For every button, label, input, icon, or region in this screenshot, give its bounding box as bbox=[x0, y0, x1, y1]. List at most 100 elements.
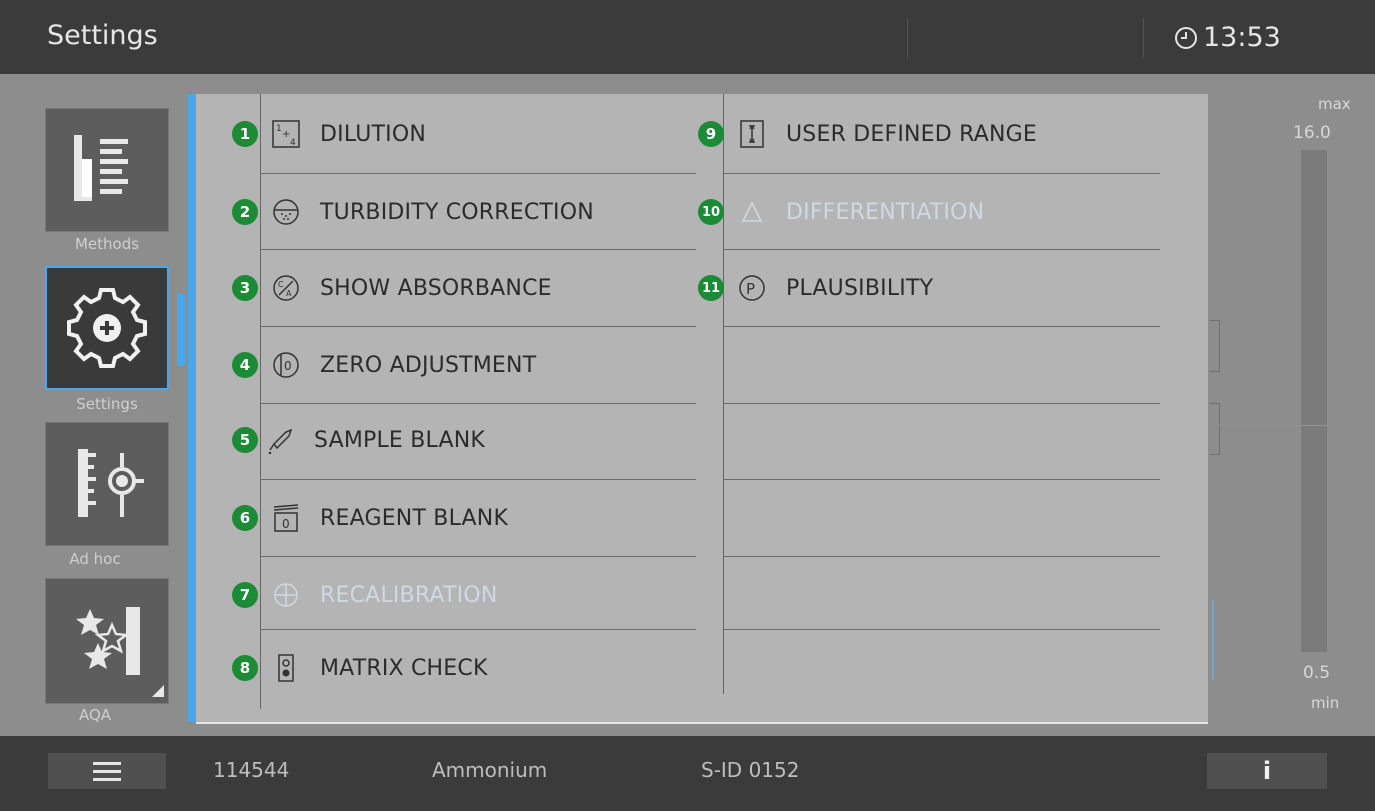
item-number-badge: 3 bbox=[232, 275, 258, 301]
scale-min-value: 0.5 bbox=[1303, 663, 1331, 683]
row-divider bbox=[260, 479, 696, 480]
menu-item-zero-adjustment[interactable]: 4 0 ZERO ADJUSTMENT bbox=[232, 345, 536, 385]
menu-item-show-absorbance[interactable]: 3 C A SHOW ABSORBANCE bbox=[232, 268, 552, 308]
sample-id: S-ID 0152 bbox=[701, 758, 800, 782]
menu-item-sample-blank[interactable]: 5 SAMPLE BLANK bbox=[232, 420, 485, 460]
method-number: 114544 bbox=[213, 758, 290, 782]
background-frame bbox=[1210, 403, 1220, 455]
row-divider bbox=[723, 173, 1160, 174]
nav-settings-label: Settings bbox=[76, 395, 138, 413]
menu-item-label: RECALIBRATION bbox=[320, 582, 498, 608]
nav-aqa-label: AQA bbox=[78, 706, 112, 724]
scale-marker bbox=[1218, 425, 1328, 426]
menu-item-label: USER DEFINED RANGE bbox=[786, 121, 1037, 147]
row-divider bbox=[723, 326, 1160, 327]
menu-item-label: REAGENT BLANK bbox=[320, 505, 509, 531]
panel-accent-bar bbox=[188, 94, 196, 722]
nav-scroll-indicator[interactable] bbox=[177, 294, 185, 366]
nav-settings-button[interactable] bbox=[45, 266, 169, 390]
row-divider bbox=[260, 403, 696, 404]
info-button[interactable]: i bbox=[1207, 753, 1327, 789]
menu-item-label: MATRIX CHECK bbox=[320, 655, 488, 681]
nav-methods-label: Methods bbox=[74, 235, 140, 253]
background-frame bbox=[1210, 320, 1220, 372]
menu-item-matrix-check[interactable]: 8 MATRIX CHECK bbox=[232, 648, 488, 688]
menu-item-differentiation: 10 DIFFERENTIATION bbox=[698, 192, 984, 232]
svg-text:C: C bbox=[278, 280, 284, 289]
column-divider bbox=[260, 94, 261, 709]
clock-icon bbox=[1175, 27, 1197, 49]
menu-item-label: SAMPLE BLANK bbox=[314, 427, 486, 453]
menu-item-label: PLAUSIBILITY bbox=[786, 275, 934, 301]
row-divider bbox=[260, 326, 696, 327]
delta-icon bbox=[741, 201, 763, 222]
adhoc-icon bbox=[78, 449, 144, 517]
header-divider bbox=[1143, 18, 1144, 58]
menu-item-turbidity-correction[interactable]: 2 TURBIDITY CORRECTION bbox=[232, 192, 594, 232]
item-number-badge: 11 bbox=[698, 275, 724, 301]
plausibility-icon: P bbox=[739, 275, 765, 301]
page-title: Settings bbox=[47, 20, 158, 51]
aqa-icon bbox=[76, 607, 164, 697]
zero-adjustment-icon: 0 bbox=[273, 352, 299, 378]
menu-item-label: DIFFERENTIATION bbox=[786, 199, 985, 225]
svg-text:0: 0 bbox=[282, 517, 290, 531]
row-divider bbox=[723, 629, 1160, 630]
menu-item-recalibration: 7 RECALIBRATION bbox=[232, 575, 497, 615]
column-divider bbox=[723, 94, 724, 694]
row-divider bbox=[260, 173, 696, 174]
row-divider bbox=[260, 629, 696, 630]
dilution-icon: 1 + 4 bbox=[272, 120, 300, 148]
row-divider bbox=[723, 249, 1160, 250]
background-indicator bbox=[1212, 600, 1214, 680]
item-number-badge: 1 bbox=[232, 121, 258, 147]
gear-icon bbox=[67, 288, 147, 368]
nav-adhoc-button[interactable] bbox=[45, 422, 169, 546]
method-name: Ammonium bbox=[432, 758, 548, 782]
matrix-check-icon bbox=[278, 654, 294, 682]
footer-bar bbox=[0, 736, 1375, 811]
row-divider bbox=[723, 403, 1160, 404]
menu-item-label: SHOW ABSORBANCE bbox=[320, 275, 552, 301]
nav-aqa-button[interactable] bbox=[45, 578, 169, 704]
measurement-scale bbox=[1301, 150, 1327, 652]
nav-methods-button[interactable] bbox=[45, 108, 169, 232]
menu-item-label: DILUTION bbox=[320, 121, 426, 147]
svg-text:1: 1 bbox=[276, 124, 282, 134]
background-result-panel bbox=[1210, 94, 1375, 722]
header-divider bbox=[907, 18, 908, 58]
item-number-badge: 6 bbox=[232, 505, 258, 531]
reagent-blank-icon: 0 bbox=[273, 504, 299, 532]
methods-icon bbox=[74, 135, 128, 201]
svg-text:P: P bbox=[746, 280, 755, 298]
scale-max-value: 16.0 bbox=[1293, 123, 1331, 143]
item-number-badge: 10 bbox=[698, 199, 724, 225]
svg-text:A: A bbox=[286, 289, 292, 298]
svg-text:0: 0 bbox=[284, 359, 292, 373]
menu-item-dilution[interactable]: 1 1 + 4 DILUTION bbox=[232, 114, 426, 154]
item-number-badge: 2 bbox=[232, 199, 258, 225]
settings-menu-panel: 1 1 + 4 DILUTION 2 TURBIDITY CORRECTION … bbox=[196, 94, 1208, 724]
item-number-badge: 8 bbox=[232, 655, 258, 681]
row-divider bbox=[723, 479, 1160, 480]
scale-max-label: max bbox=[1318, 95, 1351, 113]
pipette-icon bbox=[268, 428, 293, 454]
clock-time: 13:53 bbox=[1203, 22, 1281, 53]
menu-item-plausibility[interactable]: 11 P PLAUSIBILITY bbox=[698, 268, 933, 308]
row-divider bbox=[723, 556, 1160, 557]
svg-text:4: 4 bbox=[290, 138, 296, 148]
hamburger-icon bbox=[93, 762, 121, 781]
menu-item-reagent-blank[interactable]: 6 0 REAGENT BLANK bbox=[232, 498, 508, 538]
main-menu-button[interactable] bbox=[48, 753, 166, 789]
range-icon bbox=[740, 120, 764, 148]
item-number-badge: 4 bbox=[232, 352, 258, 378]
menu-item-label: ZERO ADJUSTMENT bbox=[320, 352, 537, 378]
row-divider bbox=[260, 556, 696, 557]
item-number-badge: 9 bbox=[698, 121, 724, 147]
item-number-badge: 7 bbox=[232, 582, 258, 608]
menu-item-user-defined-range[interactable]: 9 USER DEFINED RANGE bbox=[698, 114, 1037, 154]
scale-min-label: min bbox=[1311, 694, 1340, 712]
menu-item-label: TURBIDITY CORRECTION bbox=[320, 199, 594, 225]
absorbance-icon: C A bbox=[273, 275, 299, 301]
header-bar: Settings 13:53 bbox=[0, 0, 1375, 74]
